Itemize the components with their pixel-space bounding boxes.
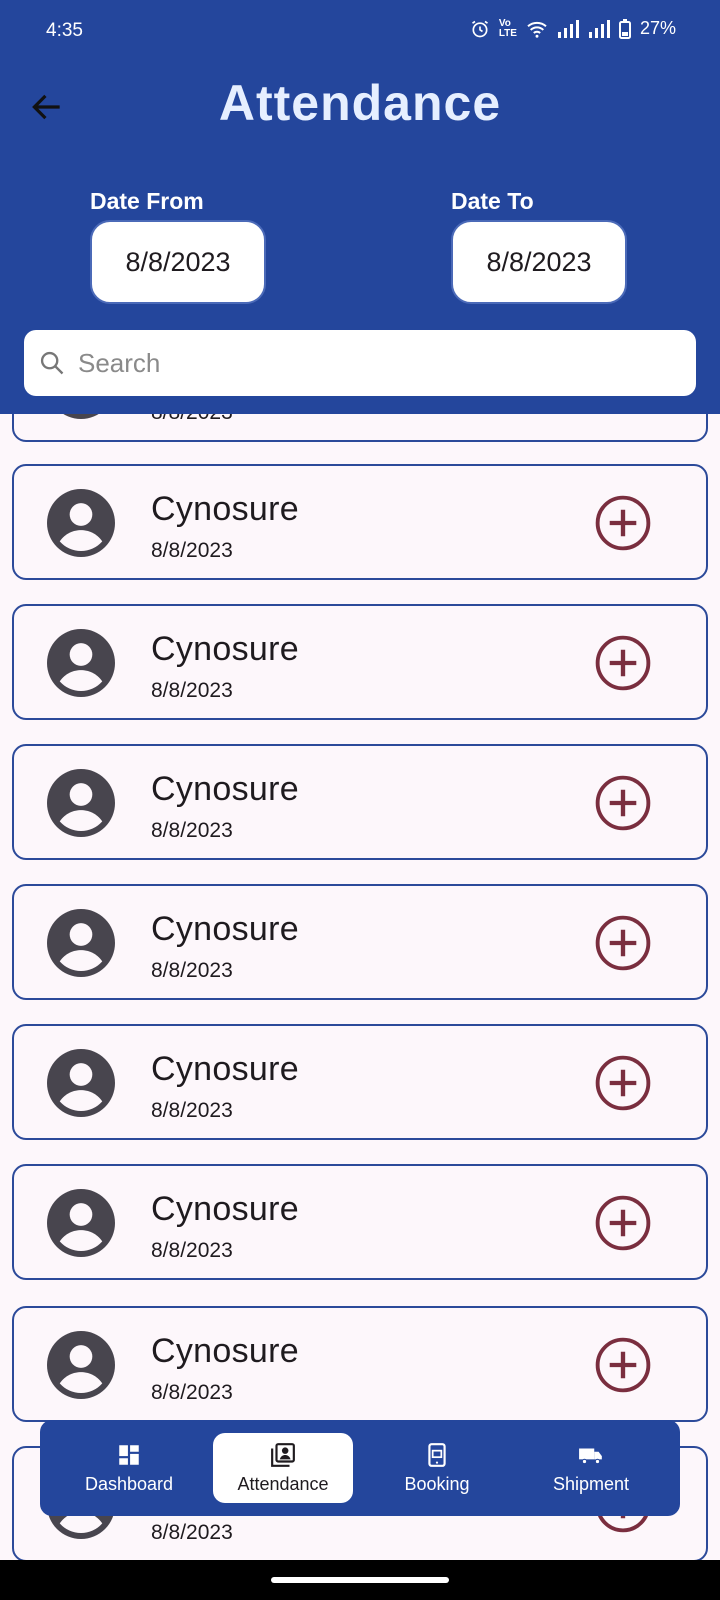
page-title: Attendance	[218, 75, 502, 131]
date-from-field[interactable]: 8/8/2023	[90, 220, 266, 304]
nav-label: Shipment	[552, 1473, 630, 1494]
wifi-icon	[527, 21, 547, 38]
record-date: 8/8/2023	[151, 1521, 233, 1544]
booking-icon	[428, 1442, 446, 1467]
record-date: 8/8/2023	[151, 539, 233, 562]
alarm-icon	[471, 20, 488, 37]
nav-label: Booking	[404, 1473, 470, 1494]
bottom-nav: Dashboard Attendance Booking Shipment	[40, 1420, 680, 1516]
add-circle-icon[interactable]	[594, 634, 652, 692]
attendance-card[interactable]: Cynosure 8/8/2023	[12, 464, 708, 580]
attendance-card[interactable]: Cynosure 8/8/2023	[12, 744, 708, 860]
search-bar[interactable]	[24, 330, 696, 396]
add-circle-icon[interactable]	[594, 774, 652, 832]
avatar-icon	[47, 489, 115, 557]
avatar-icon	[47, 1049, 115, 1117]
date-to-field[interactable]: 8/8/2023	[451, 220, 627, 304]
employee-name: Cynosure	[151, 1190, 299, 1228]
attendance-card[interactable]: Cynosure 8/8/2023	[12, 1306, 708, 1422]
record-date: 8/8/2023	[151, 1099, 233, 1122]
status-icons: Vo LTE 27%	[470, 18, 676, 39]
battery-percent: 27%	[639, 18, 676, 38]
search-icon	[40, 351, 64, 375]
avatar-icon	[47, 909, 115, 977]
employee-name: Cynosure	[151, 770, 299, 808]
nav-item-dashboard[interactable]: Dashboard	[59, 1433, 199, 1503]
status-time: 4:35	[46, 20, 83, 41]
battery-icon	[618, 18, 631, 39]
attendance-card[interactable]: Cynosure 8/8/2023	[12, 1164, 708, 1280]
attendance-icon	[271, 1442, 295, 1467]
volte-icon: Vo LTE	[498, 17, 517, 39]
attendance-card[interactable]: Cynosure 8/8/2023	[12, 884, 708, 1000]
nav-item-booking[interactable]: Booking	[367, 1433, 507, 1503]
app-header: 4:35 Vo LTE 27% Attendance Date From 8/8/…	[0, 0, 720, 414]
system-nav-bar	[0, 1560, 720, 1600]
signal-icon	[588, 19, 610, 38]
add-circle-icon[interactable]	[594, 1336, 652, 1394]
avatar-icon	[47, 1331, 115, 1399]
record-date: 8/8/2023	[151, 819, 233, 842]
employee-name: Cynosure	[151, 910, 299, 948]
signal-icon	[557, 19, 579, 38]
employee-name: Cynosure	[151, 1332, 299, 1370]
nav-item-attendance[interactable]: Attendance	[213, 1433, 353, 1503]
date-to-label: Date To	[451, 188, 534, 214]
employee-name: Cynosure	[151, 630, 299, 668]
record-date: 8/8/2023	[151, 1381, 233, 1404]
employee-name: Cynosure	[151, 1050, 299, 1088]
attendance-card[interactable]: Cynosure 8/8/2023	[12, 1024, 708, 1140]
date-from-label: Date From	[90, 188, 204, 214]
record-date: 8/8/2023	[151, 959, 233, 982]
dashboard-icon	[119, 1444, 139, 1465]
record-date: 8/8/2023	[151, 1239, 233, 1262]
home-gesture-handle[interactable]	[271, 1577, 449, 1583]
nav-item-shipment[interactable]: Shipment	[521, 1433, 661, 1503]
avatar-icon	[47, 769, 115, 837]
nav-label: Dashboard	[84, 1473, 174, 1494]
record-date: 8/8/2023	[151, 679, 233, 702]
nav-label: Attendance	[237, 1473, 329, 1494]
search-input[interactable]	[78, 347, 638, 379]
add-circle-icon[interactable]	[594, 914, 652, 972]
add-circle-icon[interactable]	[594, 494, 652, 552]
avatar-icon	[47, 1189, 115, 1257]
add-circle-icon[interactable]	[594, 1194, 652, 1252]
avatar-icon	[47, 629, 115, 697]
add-circle-icon[interactable]	[594, 1054, 652, 1112]
shipment-icon	[579, 1448, 602, 1464]
attendance-card[interactable]: Cynosure 8/8/2023	[12, 604, 708, 720]
employee-name: Cynosure	[151, 490, 299, 528]
